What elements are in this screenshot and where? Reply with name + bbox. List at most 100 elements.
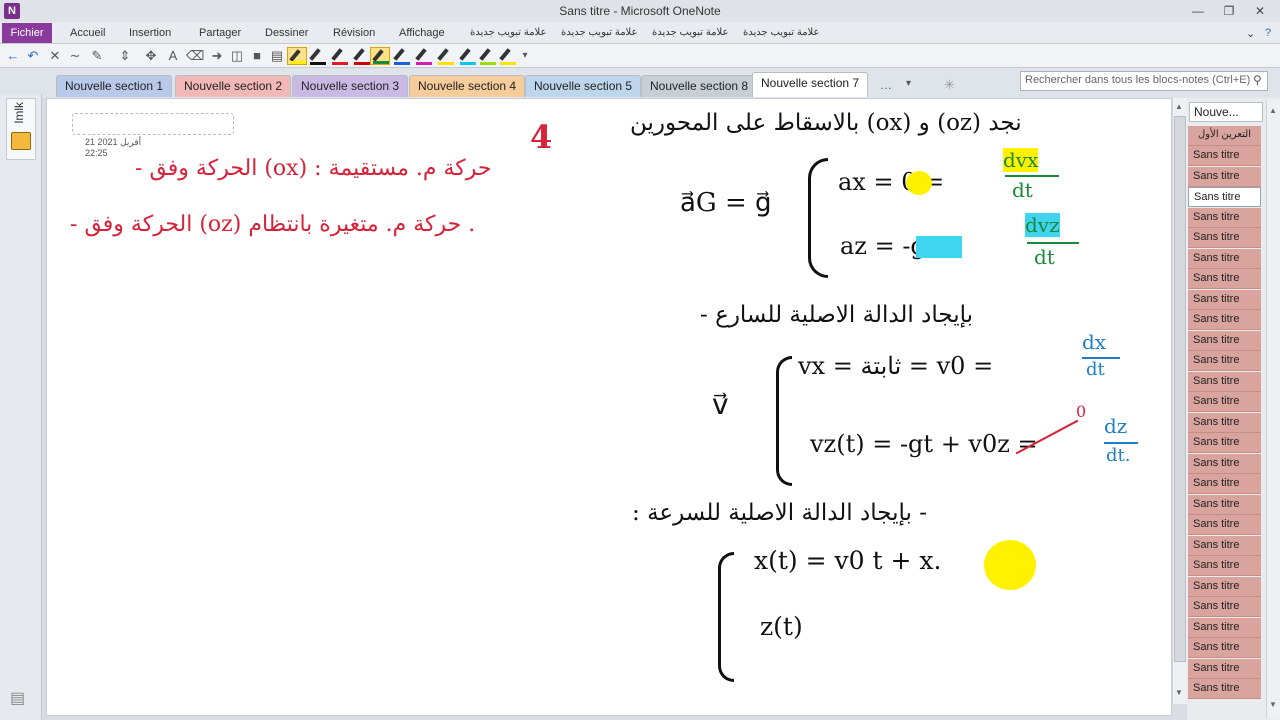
page-item-exercise-1[interactable]: التعرين الأول — [1188, 126, 1261, 146]
tab-affichage[interactable]: Affichage — [399, 27, 445, 39]
dock-icon[interactable]: ◫ — [228, 47, 246, 65]
tab-custom-2[interactable]: علامة تبويب جديدة — [561, 27, 637, 38]
new-section-icon[interactable]: ✳ — [944, 77, 955, 93]
tab-dessiner[interactable]: Dessiner — [265, 27, 308, 39]
page-item[interactable]: Sans titre — [1188, 576, 1261, 597]
page-item[interactable]: Sans titre — [1188, 248, 1261, 269]
tab-partager[interactable]: Partager — [199, 27, 241, 39]
section-tab-4[interactable]: Nouvelle section 4 — [409, 75, 526, 97]
ink-to-text-icon[interactable]: A — [164, 47, 182, 65]
page-item[interactable]: Sans titre — [1188, 412, 1261, 433]
pen-yellow-3-icon[interactable] — [498, 47, 518, 65]
page-scrollbar-thumb[interactable] — [1174, 116, 1186, 662]
page-title-field[interactable] — [72, 113, 234, 135]
pen-lime-icon[interactable] — [478, 47, 498, 65]
page-item[interactable]: Sans titre — [1188, 310, 1261, 330]
page-item[interactable]: Sans titre — [1188, 392, 1261, 412]
page-item[interactable]: Sans titre — [1188, 638, 1261, 658]
page-item[interactable]: Sans titre — [1188, 289, 1261, 310]
page-item[interactable]: Sans titre — [1188, 556, 1261, 576]
section-tab-5[interactable]: Nouvelle section 5 — [525, 75, 642, 97]
note-vx-frac-den: dt — [1086, 359, 1105, 380]
restore-icon[interactable]: ❐ — [1215, 1, 1243, 21]
back-icon[interactable]: ← — [4, 47, 22, 65]
tab-insertion[interactable]: Insertion — [129, 27, 171, 39]
eraser-icon[interactable]: ⌫ — [186, 47, 204, 65]
page-canvas[interactable] — [46, 98, 1172, 716]
pen-mode-icon[interactable]: ✎ — [88, 47, 106, 65]
section-tab-2[interactable]: Nouvelle section 2 — [175, 75, 292, 97]
help-icon[interactable]: ? — [1265, 27, 1271, 39]
page-item[interactable]: Sans titre — [1188, 535, 1261, 556]
note-vz-frac-den: dt. — [1106, 445, 1131, 466]
pen-blue-icon[interactable] — [392, 47, 412, 65]
undo-icon[interactable]: ↶ — [24, 47, 42, 65]
tab-custom-3[interactable]: علامة تبويب جديدة — [652, 27, 728, 38]
page-item[interactable]: Sans titre — [1188, 166, 1261, 187]
customize-toolbar-icon[interactable]: ▾ — [516, 47, 534, 65]
frac-line-az — [1027, 242, 1079, 244]
pages-scrollbar[interactable]: ▲ ▼ — [1266, 100, 1280, 718]
section-tab-8[interactable]: Nouvelle section 8 — [641, 75, 758, 97]
sections-dropdown-icon[interactable]: ▾ — [906, 78, 911, 89]
section-tab-7[interactable]: Nouvelle section 7 — [752, 72, 869, 97]
full-page-icon[interactable]: ▤ — [268, 47, 286, 65]
tab-custom-4[interactable]: علامة تبويب جديدة — [743, 27, 819, 38]
page-item[interactable]: Sans titre — [1188, 269, 1261, 289]
note-left-line-2: - الحركة وفق (oz) حركة م. متغيرة بانتظام… — [70, 212, 476, 237]
section-tab-3[interactable]: Nouvelle section 3 — [292, 75, 409, 97]
pen-yellow-2-icon[interactable] — [436, 47, 456, 65]
pen-red-2-icon[interactable] — [352, 47, 372, 65]
page-item[interactable]: Sans titre — [1188, 494, 1261, 515]
page-item[interactable]: Sans titre — [1188, 474, 1261, 494]
page-item[interactable]: Sans titre — [1188, 330, 1261, 351]
more-sections-icon[interactable]: … — [880, 78, 892, 92]
sticky-note-icon[interactable]: ■ — [248, 47, 266, 65]
minimize-icon[interactable]: — — [1184, 1, 1212, 21]
search-input[interactable]: Rechercher dans tous les blocs-notes (Ct… — [1020, 71, 1268, 91]
page-item[interactable]: Sans titre — [1188, 207, 1261, 228]
ribbon-tab-bar: Fichier Accueil Insertion Partager Dessi… — [0, 22, 1280, 44]
page-item[interactable]: Sans titre — [1188, 146, 1261, 166]
page-item[interactable]: Sans titre — [1188, 228, 1261, 248]
page-item[interactable]: Sans titre — [1188, 187, 1261, 207]
unfiled-notes-icon[interactable]: ▤ — [10, 688, 25, 708]
pen-red-icon[interactable] — [330, 47, 350, 65]
tab-accueil[interactable]: Accueil — [70, 27, 105, 39]
insert-space-icon[interactable]: ⇕ — [116, 47, 134, 65]
pen-magenta-icon[interactable] — [414, 47, 434, 65]
page-item[interactable]: Sans titre — [1188, 351, 1261, 371]
pen-green-icon[interactable] — [370, 47, 390, 65]
close-icon[interactable]: ✕ — [1246, 1, 1274, 21]
page-item[interactable]: Sans titre — [1188, 371, 1261, 392]
pen-cyan-icon[interactable] — [458, 47, 478, 65]
notebook-icon[interactable] — [11, 132, 31, 150]
page-item[interactable]: Sans titre — [1188, 453, 1261, 474]
tab-custom-1[interactable]: علامة تبويب جديدة — [470, 27, 546, 38]
page-item[interactable]: Sans titre — [1188, 597, 1261, 617]
pages-header[interactable]: Nouve... — [1189, 102, 1263, 122]
page-item[interactable]: Sans titre — [1188, 658, 1261, 679]
forward-icon[interactable]: ➜ — [208, 47, 226, 65]
page-scrollbar[interactable]: ▲ ▼ — [1172, 98, 1187, 704]
tab-revision[interactable]: Révision — [333, 27, 375, 39]
brace-pos — [718, 552, 734, 682]
lasso-icon[interactable]: ∼ — [66, 47, 84, 65]
ribbon-expand-icon[interactable]: ⌄ — [1246, 27, 1255, 40]
page-item[interactable]: Sans titre — [1188, 679, 1261, 699]
exercise-mark: 4 — [530, 118, 553, 156]
note-vx: vx = ثابتة = v0 = — [798, 352, 994, 380]
panning-icon[interactable]: ✥ — [142, 47, 160, 65]
pen-yellow-icon[interactable] — [287, 47, 307, 65]
delete-icon[interactable]: ✕ — [46, 47, 64, 65]
title-bar: N Sans titre - Microsoft OneNote — ❐ ✕ — [0, 0, 1280, 22]
page-item[interactable]: Sans titre — [1188, 433, 1261, 453]
page-item[interactable]: Sans titre — [1188, 617, 1261, 638]
note-x-eq: x(t) = v0 t + x. — [754, 546, 942, 575]
section-tab-1[interactable]: Nouvelle section 1 — [56, 75, 173, 97]
file-tab[interactable]: Fichier — [2, 23, 52, 43]
search-icon[interactable]: ⚲ — [1253, 73, 1262, 87]
page-item[interactable]: Sans titre — [1188, 515, 1261, 535]
pen-black-icon[interactable] — [308, 47, 328, 65]
note-ax-frac-num: dvx — [1003, 148, 1039, 172]
